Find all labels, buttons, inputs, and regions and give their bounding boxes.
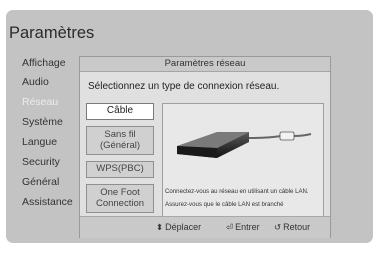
sidebar-item-audio[interactable]: Audio xyxy=(22,76,49,88)
return-icon: ↺ xyxy=(274,222,282,232)
move-hint: ⬍ Déplacer xyxy=(156,222,202,232)
back-hint: ↺ Retour xyxy=(274,222,311,232)
enter-icon: ⏎ xyxy=(226,222,234,232)
dialog-footer: ⬍ Déplacer ⏎ Entrer ↺ Retour xyxy=(80,216,330,238)
dialog-title: Paramètres réseau xyxy=(80,57,330,72)
settings-screen: Paramètres Affichage Audio Réseau Systèm… xyxy=(6,10,373,243)
option-wireless-button[interactable]: Sans fil (Général) xyxy=(86,126,154,155)
info-line-1: Connectez-vous au réseau en utilisant un… xyxy=(165,188,309,195)
info-line-2: Assurez-vous que le câble LAN est branch… xyxy=(165,201,284,208)
sidebar-item-display[interactable]: Affichage xyxy=(22,57,66,69)
move-arrows-icon: ⬍ xyxy=(156,222,164,232)
bluray-player-icon xyxy=(177,131,312,158)
sidebar-item-support[interactable]: Assistance xyxy=(22,196,73,208)
enter-hint: ⏎ Entrer xyxy=(226,222,260,232)
option-one-foot-button[interactable]: One Foot Connection xyxy=(86,184,154,213)
sidebar-item-system[interactable]: Système xyxy=(22,116,63,128)
network-settings-dialog: Paramètres réseau Sélectionnez un type d… xyxy=(79,56,331,238)
connection-info-panel: Connectez-vous au réseau en utilisant un… xyxy=(162,103,324,227)
sidebar-item-security[interactable]: Security xyxy=(22,156,60,168)
dialog-prompt: Sélectionnez un type de connexion réseau… xyxy=(88,81,280,92)
sidebar-item-network[interactable]: Réseau xyxy=(22,96,58,108)
lan-cable-icon xyxy=(248,131,312,141)
option-cable-button[interactable]: Câble xyxy=(86,103,154,120)
page-title: Paramètres xyxy=(9,24,95,42)
sidebar-item-language[interactable]: Langue xyxy=(22,136,57,148)
sidebar-item-general[interactable]: Général xyxy=(22,176,59,188)
option-wps-button[interactable]: WPS(PBC) xyxy=(86,161,154,178)
